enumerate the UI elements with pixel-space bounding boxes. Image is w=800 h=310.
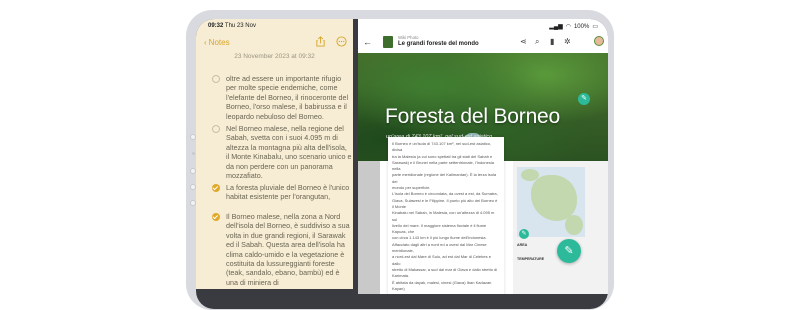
info-label: AREA: [517, 243, 528, 247]
article-body-card: Il Borneo è un'isola di 743.107 km², nel…: [388, 137, 504, 294]
checklist-item-text: Nel Borneo malese, nella regione del Sab…: [226, 124, 352, 181]
status-bar-right: ▂▄▆ ◠ 100% ▭: [549, 23, 598, 31]
pencil-icon[interactable]: ✎: [519, 229, 529, 239]
notes-pane: 09:32 Thu 23 Nov ‹ Notes 23 November 202…: [196, 19, 353, 289]
battery-percent: 100%: [573, 23, 590, 30]
battery-icon: ▭: [592, 24, 598, 30]
sidebar-strip: [358, 161, 380, 294]
back-arrow-icon[interactable]: ←: [363, 37, 372, 47]
app-name: Wiki Photo: [398, 35, 419, 40]
article-body-line: L'isola del Borneo è circondata, da oves…: [392, 191, 498, 197]
checkbox-checked[interactable]: [212, 213, 220, 221]
checklist-item-text: La foresta pluviale del Borneo è l'unico…: [226, 183, 350, 202]
status-time: 09:32: [208, 23, 224, 29]
article-body-line: Il Borneo è un'isola di 743.107 km², nel…: [392, 141, 492, 153]
note-date: 23 November 2023 at 09:32: [234, 53, 315, 60]
page-indicator-dot: [190, 168, 196, 174]
article-body-line: È abitata da dayak, malesi, cinesi (Giav…: [392, 279, 492, 291]
wifi-icon: ◠: [565, 24, 571, 30]
avatar[interactable]: [594, 36, 604, 46]
checkbox-checked[interactable]: [212, 184, 220, 192]
ipad-screen: 09:32 Thu 23 Nov ‹ Notes 23 November 202…: [196, 19, 608, 309]
map-land: [531, 175, 577, 221]
article-body-line: Affacciato dagli altri a nord ed a ovest…: [392, 241, 487, 254]
article-thumbnail: [383, 36, 393, 48]
hero-title: Foresta del Borneo: [385, 105, 561, 128]
settings-icon[interactable]: ✲: [564, 37, 571, 46]
article-pane: ▂▄▆ ◠ 100% ▭ ← Wiki Photo Le grandi fore…: [358, 19, 608, 294]
page-indicator-dot: [191, 152, 195, 155]
article-body-line: a nord-est dal Mare di Sulu, ad est dal …: [392, 254, 491, 266]
checkbox-unchecked[interactable]: [212, 125, 220, 133]
article-body-line: tra la Malesia (a cui sono spettati tra …: [392, 153, 493, 159]
checklist-item-text: Il Borneo malese, nella zona a Nord dell…: [226, 212, 350, 287]
page-indicator-dot: [190, 184, 196, 190]
info-label: TEMPERATURE: [517, 257, 545, 261]
checklist-item-text: oltre ad essere un importante rifugio pe…: [226, 74, 349, 121]
page-indicator-dot: [190, 134, 196, 140]
article-toolbar: ← Wiki Photo Le grandi foreste del mondo…: [358, 31, 608, 53]
share-icon[interactable]: [315, 36, 326, 47]
article-body-line: Sarawak) e il Brunei nella parte settent…: [392, 159, 494, 172]
pencil-icon[interactable]: ✎: [578, 93, 590, 105]
bookmark-icon[interactable]: ▮: [550, 37, 554, 46]
article-title: Le grandi foreste del mondo: [398, 41, 479, 47]
search-icon[interactable]: ⌕: [535, 37, 539, 47]
map-image[interactable]: [517, 167, 585, 237]
article-body-line: parte meridionale (regione del Kalimanta…: [392, 172, 497, 184]
page-indicator-dot: [190, 200, 196, 206]
status-date: Thu 23 Nov: [224, 23, 256, 29]
share-icon[interactable]: ⋖: [520, 37, 527, 46]
notes-back-button[interactable]: ‹ Notes: [204, 38, 230, 47]
map-land: [565, 215, 583, 235]
signal-icon: ▂▄▆: [549, 24, 563, 30]
notes-back-label: Notes: [208, 38, 230, 47]
edit-fab-button[interactable]: ✎: [557, 239, 581, 263]
chevron-left-icon: ‹: [204, 38, 207, 47]
checkbox-unchecked[interactable]: [212, 75, 220, 83]
article-body-line: Kinabalu nel Sabah, in Malesia, con un'a…: [392, 210, 495, 222]
status-bar-left: 09:32 Thu 23 Nov: [208, 23, 256, 29]
article-body-line: con circa 1.143 km è il più lungo fiume …: [392, 235, 487, 241]
more-icon[interactable]: [336, 36, 347, 47]
article-body-line: livello del mare. Il maggiore sistema fl…: [392, 222, 487, 235]
article-body: Il Borneo è un'isola di 743.107 km², nel…: [392, 141, 500, 292]
article-body-line: Giava, Sulawesi e le Filippine. Il punto…: [392, 197, 498, 209]
